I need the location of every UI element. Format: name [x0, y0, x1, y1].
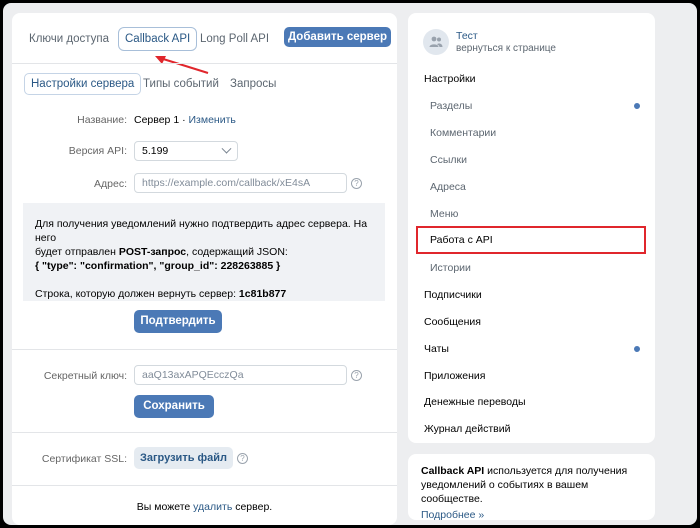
change-name-link[interactable]: Изменить [189, 114, 236, 126]
confirm-button[interactable]: Подтвердить [134, 310, 222, 333]
server-name: Сервер 1 · [134, 114, 186, 126]
promo-title: Callback API [421, 465, 485, 477]
notice-line-2-pre: будет отправлен [35, 246, 119, 258]
api-version-label: Версия API: [68, 145, 127, 157]
divider [12, 63, 397, 64]
app-frame: Ключи доступа Callback API Long Poll API… [3, 3, 697, 525]
sidebar-item-comments[interactable]: Комментарии [430, 127, 496, 139]
tab-access-keys[interactable]: Ключи доступа [29, 27, 109, 51]
tab-requests[interactable]: Запросы [230, 73, 276, 95]
settings-sidebar: Тест вернуться к странице Настройки Разд… [408, 13, 655, 443]
unread-dot [634, 346, 640, 352]
avatar [423, 29, 449, 55]
address-input[interactable]: https://example.com/callback/xE4sA [134, 173, 347, 193]
tab-server-settings[interactable]: Настройки сервера [24, 73, 142, 95]
help-icon[interactable]: ? [351, 370, 362, 381]
chevron-down-icon [221, 143, 232, 154]
confirmation-string: 1c81b877 [238, 288, 287, 300]
footer-text-post: сервер. [232, 501, 273, 513]
sidebar-item-menu[interactable]: Меню [430, 208, 458, 220]
footer-text-pre: Вы можете [136, 501, 194, 513]
top-tabs: Ключи доступа Callback API Long Poll API… [12, 27, 397, 51]
notice-post-request: POST-запрос [118, 246, 187, 258]
unread-dot [634, 103, 640, 109]
notice-json: { "type": "confirmation", "group_id": 22… [35, 260, 281, 272]
help-icon[interactable]: ? [237, 453, 248, 464]
help-icon[interactable]: ? [351, 178, 362, 189]
sidebar-item-addresses[interactable]: Адреса [430, 181, 466, 193]
tab-callback-api[interactable]: Callback API [118, 27, 198, 51]
delete-server-footer: Вы можете удалить сервер. [12, 501, 397, 513]
learn-more-link[interactable]: Подробнее » [421, 509, 642, 521]
upload-file-button[interactable]: Загрузить файл [134, 447, 233, 469]
community-profile[interactable]: Тест вернуться к странице [423, 27, 643, 57]
api-version-value: 5.199 [142, 145, 169, 157]
promo-text: Callback API используется для получения … [421, 464, 642, 506]
annotation-arrow-icon [155, 56, 209, 74]
name-label: Название: [77, 114, 127, 126]
sidebar-item-chats[interactable]: Чаты [424, 343, 449, 355]
sidebar-item-subscribers[interactable]: Подписчики [424, 289, 482, 301]
address-label: Адрес: [94, 178, 127, 190]
secret-key-input[interactable]: aaQ13axAPQEcczQa [134, 365, 347, 385]
tab-event-types[interactable]: Типы событий [143, 73, 219, 95]
sidebar-item-money-transfers[interactable]: Денежные переводы [424, 396, 526, 408]
divider [12, 485, 397, 486]
sidebar-item-action-log[interactable]: Журнал действий [424, 423, 510, 435]
sidebar-item-links[interactable]: Ссылки [430, 154, 467, 166]
back-to-page-link[interactable]: вернуться к странице [456, 43, 556, 54]
save-button[interactable]: Сохранить [134, 395, 214, 418]
secret-key-label: Секретный ключ: [43, 370, 127, 382]
callback-api-info: Callback API используется для получения … [408, 454, 655, 521]
divider [12, 349, 397, 350]
sidebar-item-apps[interactable]: Приложения [424, 370, 485, 382]
sidebar-item-messages[interactable]: Сообщения [424, 316, 481, 328]
notice-line-4-pre: Строка, которую должен вернуть сервер: [35, 288, 239, 300]
sub-tabs: Настройки сервера Типы событий Запросы [12, 73, 397, 97]
notice-line-2: будет отправлен POST-запрос, содержащий … [35, 245, 373, 259]
tab-long-poll-api[interactable]: Long Poll API [200, 27, 269, 51]
notice-line-1: Для получения уведомлений нужно подтверд… [35, 218, 368, 244]
notice-line-4: Строка, которую должен вернуть сервер: 1… [35, 287, 373, 301]
notice-line-2-post: , содержащий JSON: [186, 246, 288, 258]
sidebar-item-stories[interactable]: Истории [430, 262, 471, 274]
name-value: Сервер 1 · Изменить [134, 114, 236, 126]
add-server-button[interactable]: Добавить сервер [284, 27, 391, 47]
confirmation-notice: Для получения уведомлений нужно подтверд… [23, 203, 385, 301]
sidebar-item-sections[interactable]: Разделы [430, 100, 472, 112]
server-settings-card: Ключи доступа Callback API Long Poll API… [12, 13, 397, 525]
divider [12, 432, 397, 433]
community-name[interactable]: Тест [456, 30, 478, 42]
ssl-label: Сертификат SSL: [41, 453, 127, 465]
delete-server-link[interactable]: удалить [193, 501, 232, 513]
api-version-select[interactable]: 5.199 [134, 141, 238, 161]
sidebar-item-api[interactable]: Работа с API [430, 234, 493, 246]
sidebar-item-settings[interactable]: Настройки [424, 73, 476, 85]
group-icon [429, 36, 443, 47]
